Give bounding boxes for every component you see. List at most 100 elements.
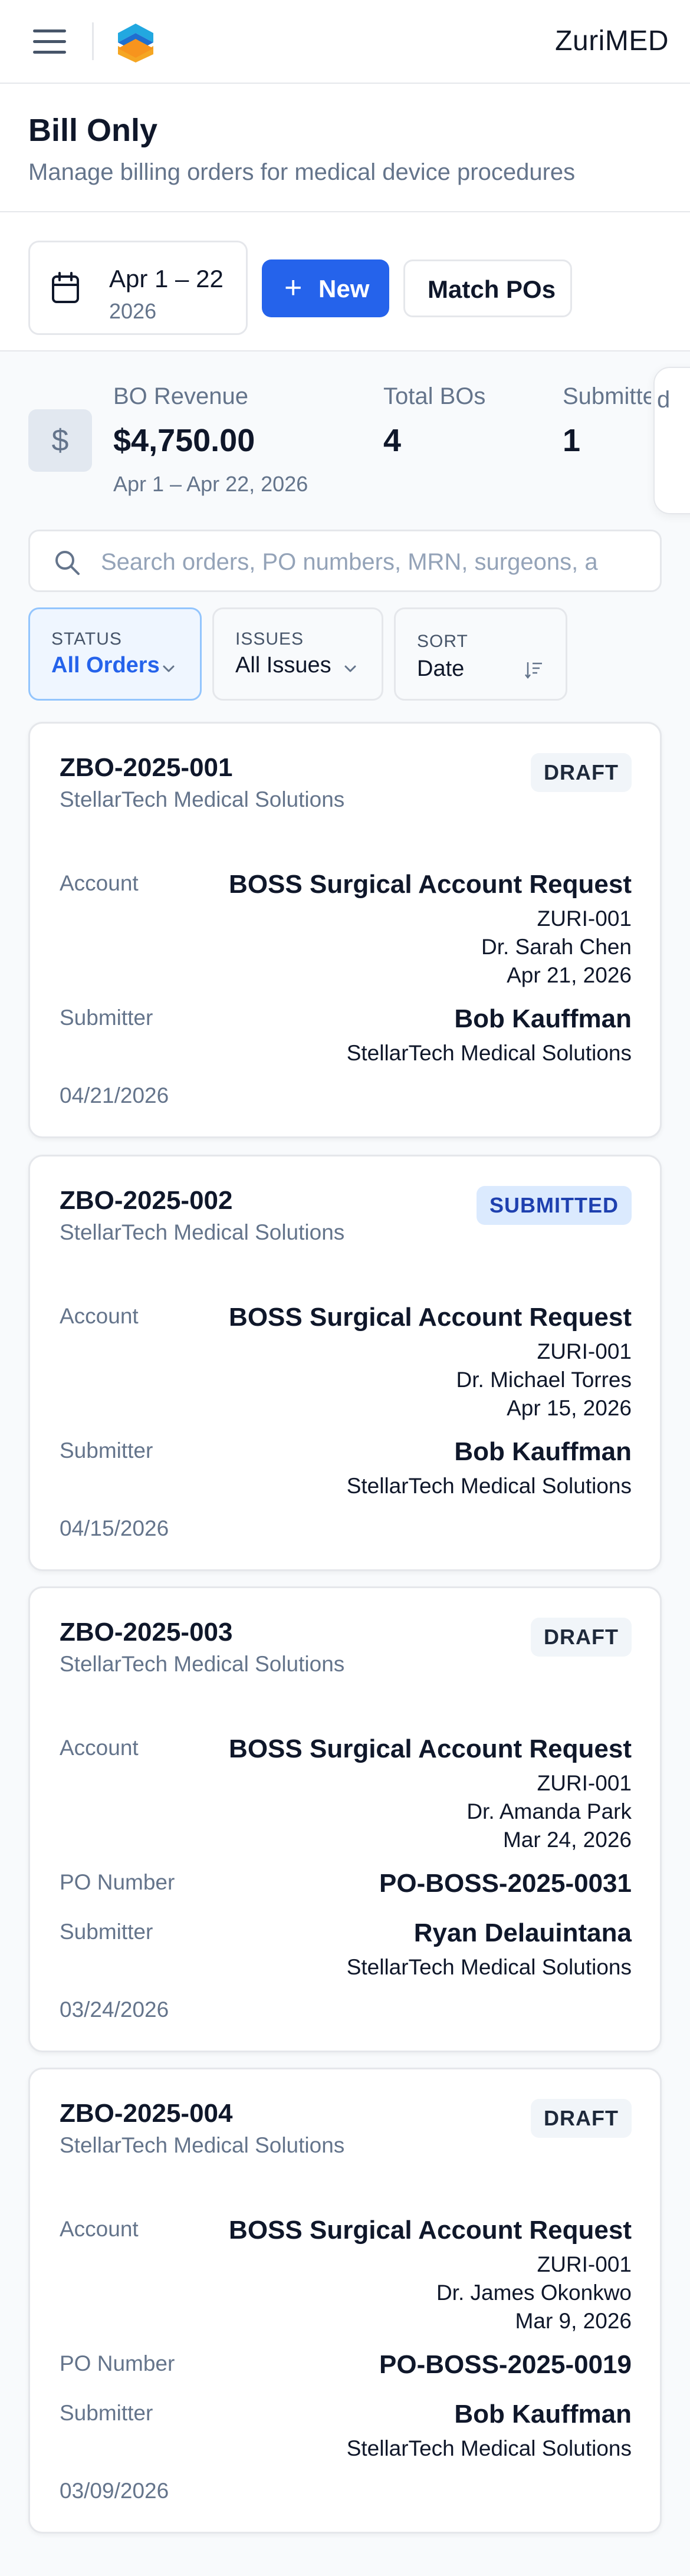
date-range-button[interactable]: Apr 1 – 22 2026 (28, 241, 248, 335)
po-number-label: PO Number (60, 2351, 175, 2375)
submitter-name: Bob Kauffman (454, 2400, 632, 2429)
account-label: Account (60, 1304, 139, 1328)
chevron-down-icon (344, 665, 356, 672)
total-bos-label: Total BOs (383, 383, 486, 409)
status-badge: DRAFT (531, 1618, 632, 1657)
page-title: Bill Only (28, 113, 158, 148)
status-filter[interactable]: STATUS All Orders (28, 607, 202, 701)
order-card[interactable]: ZBO-2025-001 StellarTech Medical Solutio… (28, 722, 662, 1138)
status-filter-caption: STATUS (51, 629, 122, 649)
order-card[interactable]: ZBO-2025-004 StellarTech Medical Solutio… (28, 2068, 662, 2534)
sort-control[interactable]: SORT Date (394, 607, 567, 701)
page-header: Bill Only Manage billing orders for medi… (0, 84, 690, 212)
issues-filter-value: All Issues (235, 653, 331, 678)
status-filter-value: All Orders (51, 653, 160, 678)
submitted-value: 1 (563, 423, 581, 458)
submitter-organization: StellarTech Medical Solutions (346, 1041, 632, 1065)
search-input[interactable]: Search orders, PO numbers, MRN, surgeons… (28, 530, 662, 592)
stats-overflow-card[interactable]: d (653, 367, 690, 514)
procedure-date: Mar 9, 2026 (515, 2309, 632, 2333)
plus-icon: + (284, 271, 303, 305)
status-badge: DRAFT (531, 2099, 632, 2138)
account-label: Account (60, 2217, 139, 2241)
submitter-label: Submitter (60, 1438, 153, 1463)
issues-filter[interactable]: ISSUES All Issues (212, 607, 383, 701)
new-order-button[interactable]: + New (262, 259, 389, 317)
submitter-organization: StellarTech Medical Solutions (346, 1955, 632, 1979)
account-name: BOSS Surgical Account Request (229, 1734, 632, 1763)
order-date: 04/21/2026 (60, 1083, 169, 1108)
account-label: Account (60, 871, 139, 895)
submitter-label: Submitter (60, 1006, 153, 1030)
date-range-year: 2026 (109, 299, 157, 323)
order-date: 04/15/2026 (60, 1516, 169, 1540)
order-organization: StellarTech Medical Solutions (60, 787, 345, 811)
search-placeholder: Search orders, PO numbers, MRN, surgeons… (101, 549, 598, 575)
po-number: PO-BOSS-2025-0031 (379, 1869, 632, 1898)
submitter-label: Submitter (60, 2401, 153, 2425)
submitter-organization: StellarTech Medical Solutions (346, 2436, 632, 2460)
new-button-label: New (318, 275, 370, 303)
procedure-date: Mar 24, 2026 (502, 1828, 632, 1852)
account-name: BOSS Surgical Account Request (229, 1303, 632, 1332)
order-date: 03/09/2026 (60, 2479, 169, 2503)
sort-value: Date (417, 656, 465, 681)
dollar-icon: $ (28, 409, 92, 472)
page-subtitle: Manage billing orders for medical device… (28, 159, 576, 185)
overflow-card-label: d (657, 387, 671, 413)
sort-caption: SORT (417, 632, 468, 651)
brand-name: ZuriMED (555, 25, 669, 57)
account-name: BOSS Surgical Account Request (229, 870, 632, 899)
procedure-date: Apr 15, 2026 (507, 1396, 632, 1420)
account-name: BOSS Surgical Account Request (229, 2216, 632, 2245)
order-organization: StellarTech Medical Solutions (60, 2133, 345, 2157)
status-badge: SUBMITTED (477, 1186, 632, 1225)
date-range-label: Apr 1 – 22 (109, 265, 224, 293)
toolbar: Apr 1 – 22 2026 + New Match POs (0, 212, 690, 351)
revenue-label: BO Revenue (113, 383, 249, 409)
header-divider (92, 22, 94, 60)
order-card[interactable]: ZBO-2025-002 StellarTech Medical Solutio… (28, 1155, 662, 1571)
chevron-down-icon (163, 665, 175, 672)
hamburger-menu-icon[interactable] (33, 27, 66, 55)
stats-row: $ BO Revenue $4,750.00 Apr 1 – Apr 22, 2… (0, 351, 690, 528)
submitter-label: Submitter (60, 1920, 153, 1944)
submitter-organization: StellarTech Medical Solutions (346, 1474, 632, 1498)
account-code: ZURI-001 (537, 906, 632, 931)
surgeon-name: Dr. Amanda Park (466, 1799, 632, 1823)
order-id: ZBO-2025-003 (60, 1618, 233, 1647)
top-bar: ZuriMED (0, 0, 690, 84)
zurimed-logo-icon[interactable] (116, 22, 156, 64)
revenue-value: $4,750.00 (113, 423, 255, 458)
surgeon-name: Dr. Michael Torres (456, 1368, 632, 1392)
order-id: ZBO-2025-004 (60, 2099, 233, 2128)
order-date: 03/24/2026 (60, 1997, 169, 2022)
calendar-icon (52, 272, 79, 303)
account-code: ZURI-001 (537, 1771, 632, 1795)
submitter-name: Ryan Delauintana (413, 1918, 632, 1947)
account-code: ZURI-001 (537, 2252, 632, 2276)
issues-filter-caption: ISSUES (235, 629, 304, 649)
surgeon-name: Dr. Sarah Chen (481, 935, 632, 959)
search-icon (55, 551, 80, 575)
account-code: ZURI-001 (537, 1339, 632, 1363)
submitter-name: Bob Kauffman (454, 1437, 632, 1466)
surgeon-name: Dr. James Okonkwo (436, 2281, 632, 2305)
submitter-name: Bob Kauffman (454, 1004, 632, 1033)
order-id: ZBO-2025-001 (60, 753, 233, 782)
order-organization: StellarTech Medical Solutions (60, 1652, 345, 1676)
submitted-label: Submitted (563, 383, 651, 409)
po-number-label: PO Number (60, 1870, 175, 1894)
total-bos-value: 4 (383, 423, 402, 458)
po-number: PO-BOSS-2025-0019 (379, 2350, 632, 2379)
order-card[interactable]: ZBO-2025-003 StellarTech Medical Solutio… (28, 1586, 662, 2052)
status-badge: DRAFT (531, 753, 632, 792)
match-pos-button[interactable]: Match POs (403, 259, 572, 317)
order-organization: StellarTech Medical Solutions (60, 1220, 345, 1244)
match-pos-label: Match POs (428, 275, 556, 303)
order-id: ZBO-2025-002 (60, 1186, 233, 1215)
procedure-date: Apr 21, 2026 (507, 963, 632, 987)
account-label: Account (60, 1736, 139, 1760)
sort-order-icon (525, 662, 542, 679)
revenue-date-range: Apr 1 – Apr 22, 2026 (113, 472, 308, 496)
